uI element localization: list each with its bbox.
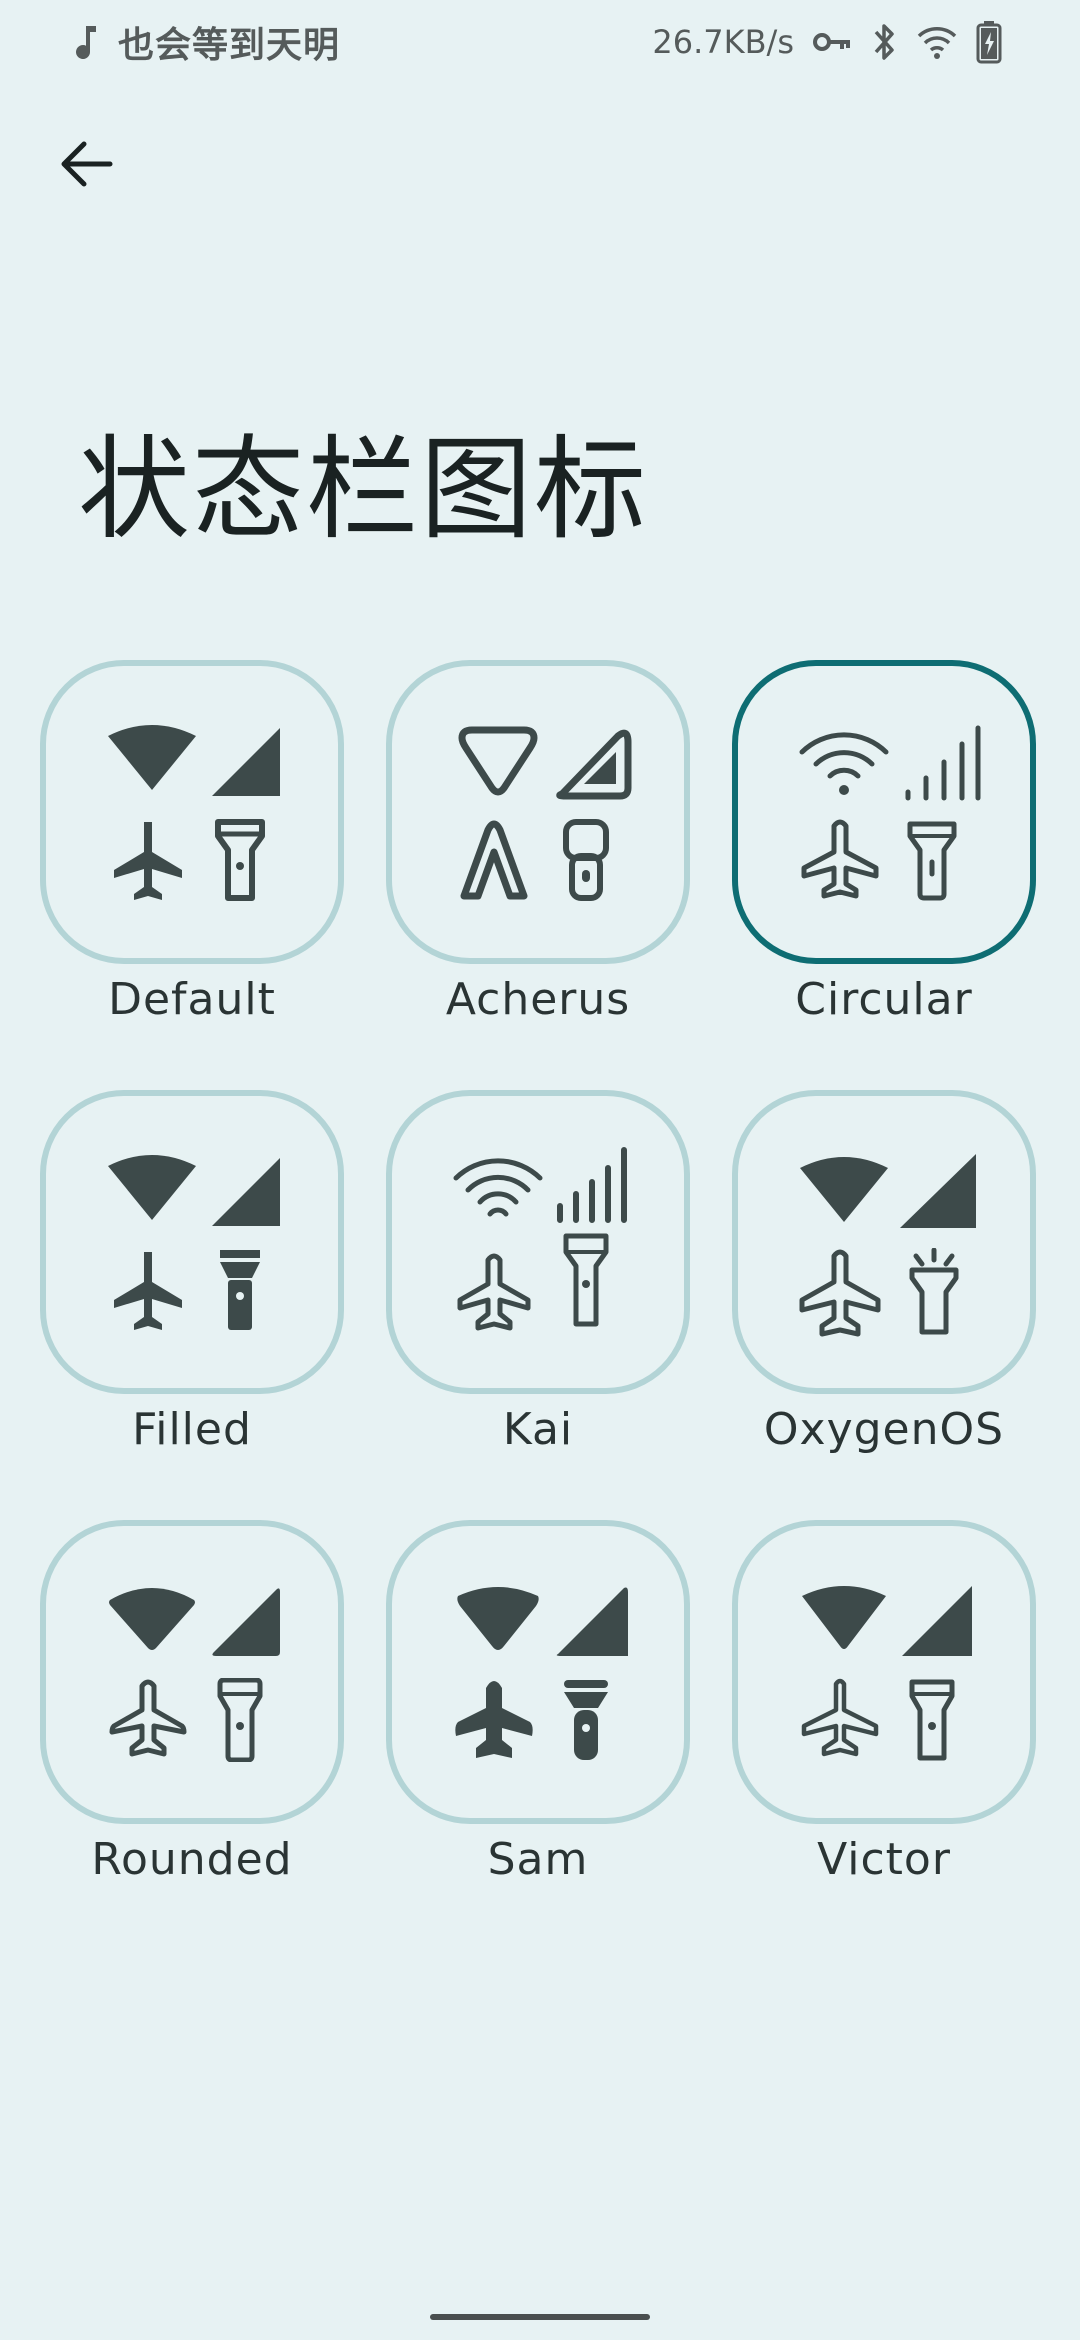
signal-icon (212, 1158, 280, 1226)
home-indicator[interactable] (430, 2314, 650, 2320)
wifi-icon (458, 726, 538, 796)
music-note-icon (72, 22, 100, 62)
flashlight-icon (907, 821, 957, 901)
wifi-icon (108, 725, 196, 790)
icon-pack-label: Sam (487, 1834, 589, 1885)
signal-icon (556, 729, 632, 800)
flashlight-icon (215, 819, 265, 901)
signal-icon (212, 728, 280, 796)
back-button[interactable] (50, 130, 122, 202)
icon-pack-label: Default (108, 974, 276, 1025)
icon-pack-label: Filled (132, 1404, 252, 1455)
wifi-icon (457, 1587, 539, 1650)
airplane-icon (114, 1252, 182, 1330)
airplane-icon (801, 819, 879, 899)
airplane-icon (455, 1681, 533, 1758)
flashlight-icon (563, 819, 609, 901)
status-bar: 也会等到天明 26.7KB/s (0, 0, 1080, 84)
icon-pack-oxygenos[interactable]: OxygenOS (732, 1090, 1036, 1455)
signal-icon (557, 1147, 627, 1223)
icon-pack-rounded[interactable]: Rounded (40, 1520, 344, 1885)
icon-pack-filled[interactable]: Filled (40, 1090, 344, 1455)
icon-pack-label: Victor (817, 1834, 951, 1885)
airplane-icon (799, 1249, 881, 1337)
flashlight-icon (909, 1248, 959, 1335)
flashlight-icon (563, 1233, 609, 1327)
wifi-icon (799, 732, 889, 795)
page-title: 状态栏图标 (78, 425, 648, 555)
icon-pack-preview[interactable] (386, 660, 690, 964)
arrow-back-icon (58, 136, 114, 196)
icon-pack-preview[interactable] (386, 1090, 690, 1394)
flashlight-icon (564, 1680, 608, 1760)
icon-pack-preview[interactable] (732, 1090, 1036, 1394)
battery-charging-icon (976, 20, 1002, 64)
icon-pack-label: Acherus (445, 974, 631, 1025)
signal-icon (556, 1587, 628, 1656)
icon-pack-label: Rounded (91, 1834, 293, 1885)
icon-pack-preview[interactable] (40, 660, 344, 964)
signal-icon (902, 1586, 972, 1656)
icon-pack-circular[interactable]: Circular (732, 660, 1036, 1025)
flashlight-icon (217, 1678, 263, 1762)
signal-icon (905, 725, 981, 801)
icon-pack-label: OxygenOS (763, 1404, 1005, 1455)
wifi-icon (800, 1157, 888, 1222)
icon-pack-label: Circular (795, 974, 973, 1025)
icon-pack-sam[interactable]: Sam (386, 1520, 690, 1885)
network-speed: 26.7KB/s (652, 23, 794, 61)
flashlight-icon (220, 1250, 260, 1330)
icon-pack-kai[interactable]: Kai (386, 1090, 690, 1455)
wifi-icon (109, 1588, 195, 1650)
vpn-key-icon (812, 28, 854, 56)
icon-pack-label: Kai (502, 1404, 574, 1455)
airplane-icon (801, 1678, 879, 1757)
airplane-icon (109, 1679, 187, 1757)
wifi-icon (453, 1158, 543, 1217)
icon-pack-preview[interactable] (732, 1520, 1036, 1824)
bluetooth-icon (872, 21, 898, 63)
airplane-icon (457, 1253, 531, 1331)
flashlight-icon (909, 1679, 955, 1761)
icon-pack-preview[interactable] (40, 1090, 344, 1394)
wifi-icon (108, 1155, 196, 1220)
icon-pack-preview[interactable] (386, 1520, 690, 1824)
signal-icon (212, 1588, 280, 1656)
now-playing-text: 也会等到天明 (118, 25, 341, 66)
wifi-icon (802, 1586, 886, 1649)
airplane-icon (460, 820, 528, 900)
airplane-icon (114, 822, 182, 900)
icon-pack-victor[interactable]: Victor (732, 1520, 1036, 1885)
icon-pack-default[interactable]: Default (40, 660, 344, 1025)
wifi-icon (916, 24, 958, 60)
icon-pack-preview[interactable] (732, 660, 1036, 964)
signal-icon (900, 1154, 976, 1228)
icon-pack-acherus[interactable]: Acherus (386, 660, 690, 1025)
icon-pack-preview[interactable] (40, 1520, 344, 1824)
